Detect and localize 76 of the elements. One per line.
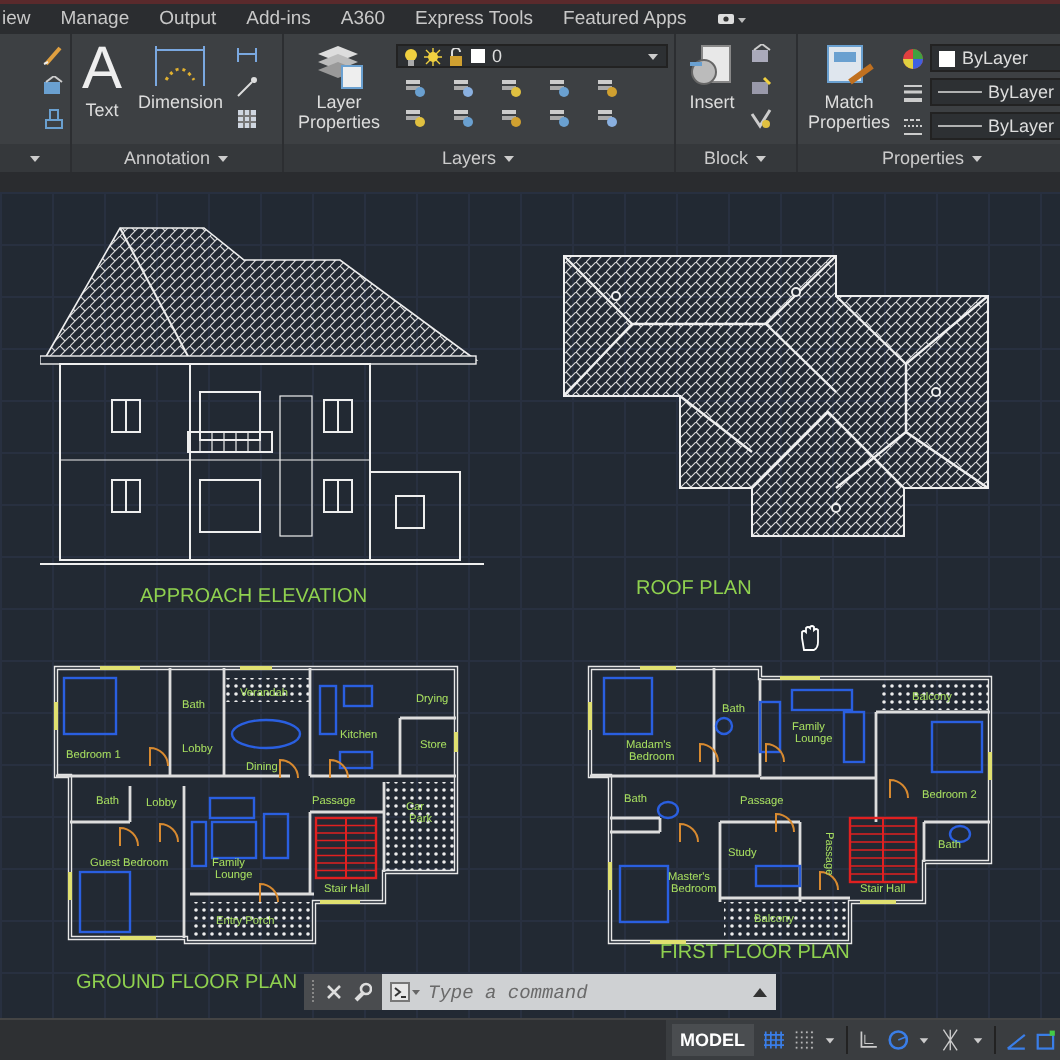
panel-title-button[interactable]: Properties: [798, 144, 1060, 172]
dimension-icon: [152, 42, 209, 90]
command-input-field[interactable]: Type a command: [382, 974, 776, 1010]
layer-tool-icon[interactable]: [500, 106, 522, 128]
caret-icon: [216, 152, 231, 164]
layer-tool-icon[interactable]: [404, 106, 426, 128]
isometric-icon[interactable]: [940, 1028, 962, 1052]
caret-icon: [646, 50, 660, 62]
padlock-icon: [448, 47, 464, 65]
linetype-icon: [902, 115, 925, 137]
hand-cursor-icon: [798, 624, 822, 652]
tab-toggle-icon[interactable]: [716, 11, 749, 27]
stamp-icon[interactable]: [42, 108, 64, 130]
panel-title-button[interactable]: Layers: [284, 144, 674, 172]
layer-tool-icon[interactable]: [596, 106, 618, 128]
layer-stack-icon: [313, 42, 365, 90]
prompt-icon[interactable]: [390, 982, 422, 1002]
lineweight-dropdown[interactable]: ByLayer: [930, 78, 1060, 106]
text-tool-button[interactable]: A Text: [78, 40, 127, 122]
line-sample-icon: [938, 122, 982, 130]
ortho-icon[interactable]: [857, 1028, 879, 1052]
leader-icon[interactable]: [235, 76, 258, 98]
layer-tool-icon[interactable]: [404, 76, 426, 98]
ribbon-tab[interactable]: Manage: [60, 8, 130, 30]
line-sample-icon: [938, 88, 982, 96]
drawing-caption: FIRST FLOOR PLAN: [660, 942, 850, 964]
polar-tracking-icon[interactable]: [888, 1028, 909, 1052]
caret-icon: [502, 152, 516, 164]
layer-tool-icon[interactable]: [596, 76, 618, 98]
pencil-icon[interactable]: [42, 44, 64, 66]
lineweight-icon: [902, 81, 925, 103]
close-icon[interactable]: [326, 984, 342, 1000]
caret-icon: [970, 152, 985, 164]
model-space-button[interactable]: MODEL: [672, 1024, 753, 1056]
ribbon-tab[interactable]: Express Tools: [415, 8, 534, 30]
caret-icon: [754, 152, 768, 164]
object-snap-icon[interactable]: [1035, 1028, 1057, 1052]
layer-tool-icon[interactable]: [500, 76, 522, 98]
layer-dropdown[interactable]: 0: [396, 44, 668, 68]
edit-block-icon[interactable]: [750, 76, 772, 98]
color-wheel-icon: [902, 47, 925, 69]
ribbon-tab[interactable]: iew: [2, 8, 31, 30]
drawing-caption: APPROACH ELEVATION: [140, 586, 368, 608]
layer-tool-icon[interactable]: [548, 106, 570, 128]
panel-title-button[interactable]: Annotation: [72, 144, 282, 172]
match-properties-button[interactable]: Match Properties: [804, 40, 895, 134]
angle-icon[interactable]: [1005, 1028, 1026, 1052]
attribute-icon[interactable]: [750, 108, 772, 130]
ribbon-tab[interactable]: Featured Apps: [563, 8, 687, 30]
layer-tool-icon[interactable]: [548, 76, 570, 98]
linear-dimension-icon[interactable]: [235, 44, 258, 66]
insert-block-button[interactable]: Insert: [682, 40, 742, 114]
snap-dots-icon[interactable]: [793, 1028, 815, 1052]
layer-properties-button[interactable]: Layer Properties: [290, 40, 388, 134]
color-swatch-icon: [470, 48, 486, 64]
drawing-caption: ROOF PLAN: [636, 578, 752, 600]
caret-icon: [28, 152, 42, 164]
sun-icon: [424, 47, 442, 65]
layer-tool-icon[interactable]: [452, 76, 474, 98]
ribbon-tab[interactable]: Output: [159, 8, 217, 30]
grip-icon[interactable]: [310, 978, 316, 1006]
table-icon[interactable]: [235, 108, 258, 130]
linetype-dropdown[interactable]: ByLayer: [930, 112, 1060, 140]
color-swatch-icon: [938, 49, 957, 67]
drawing-caption: GROUND FLOOR PLAN: [76, 972, 298, 994]
ribbon-tab[interactable]: Add-ins: [246, 8, 311, 30]
grid-icon[interactable]: [763, 1028, 784, 1052]
command-input[interactable]: Type a command: [428, 981, 746, 1003]
dimension-tool-button[interactable]: Dimension: [134, 40, 228, 114]
lightbulb-icon: [404, 47, 418, 65]
match-properties-icon: [821, 42, 877, 90]
caret-up-icon[interactable]: [752, 986, 768, 998]
color-dropdown[interactable]: ByLayer: [930, 44, 1060, 72]
ribbon-tab[interactable]: A360: [340, 8, 386, 30]
layer-tool-icon[interactable]: [452, 106, 474, 128]
panel-title-button[interactable]: Block: [676, 144, 796, 172]
